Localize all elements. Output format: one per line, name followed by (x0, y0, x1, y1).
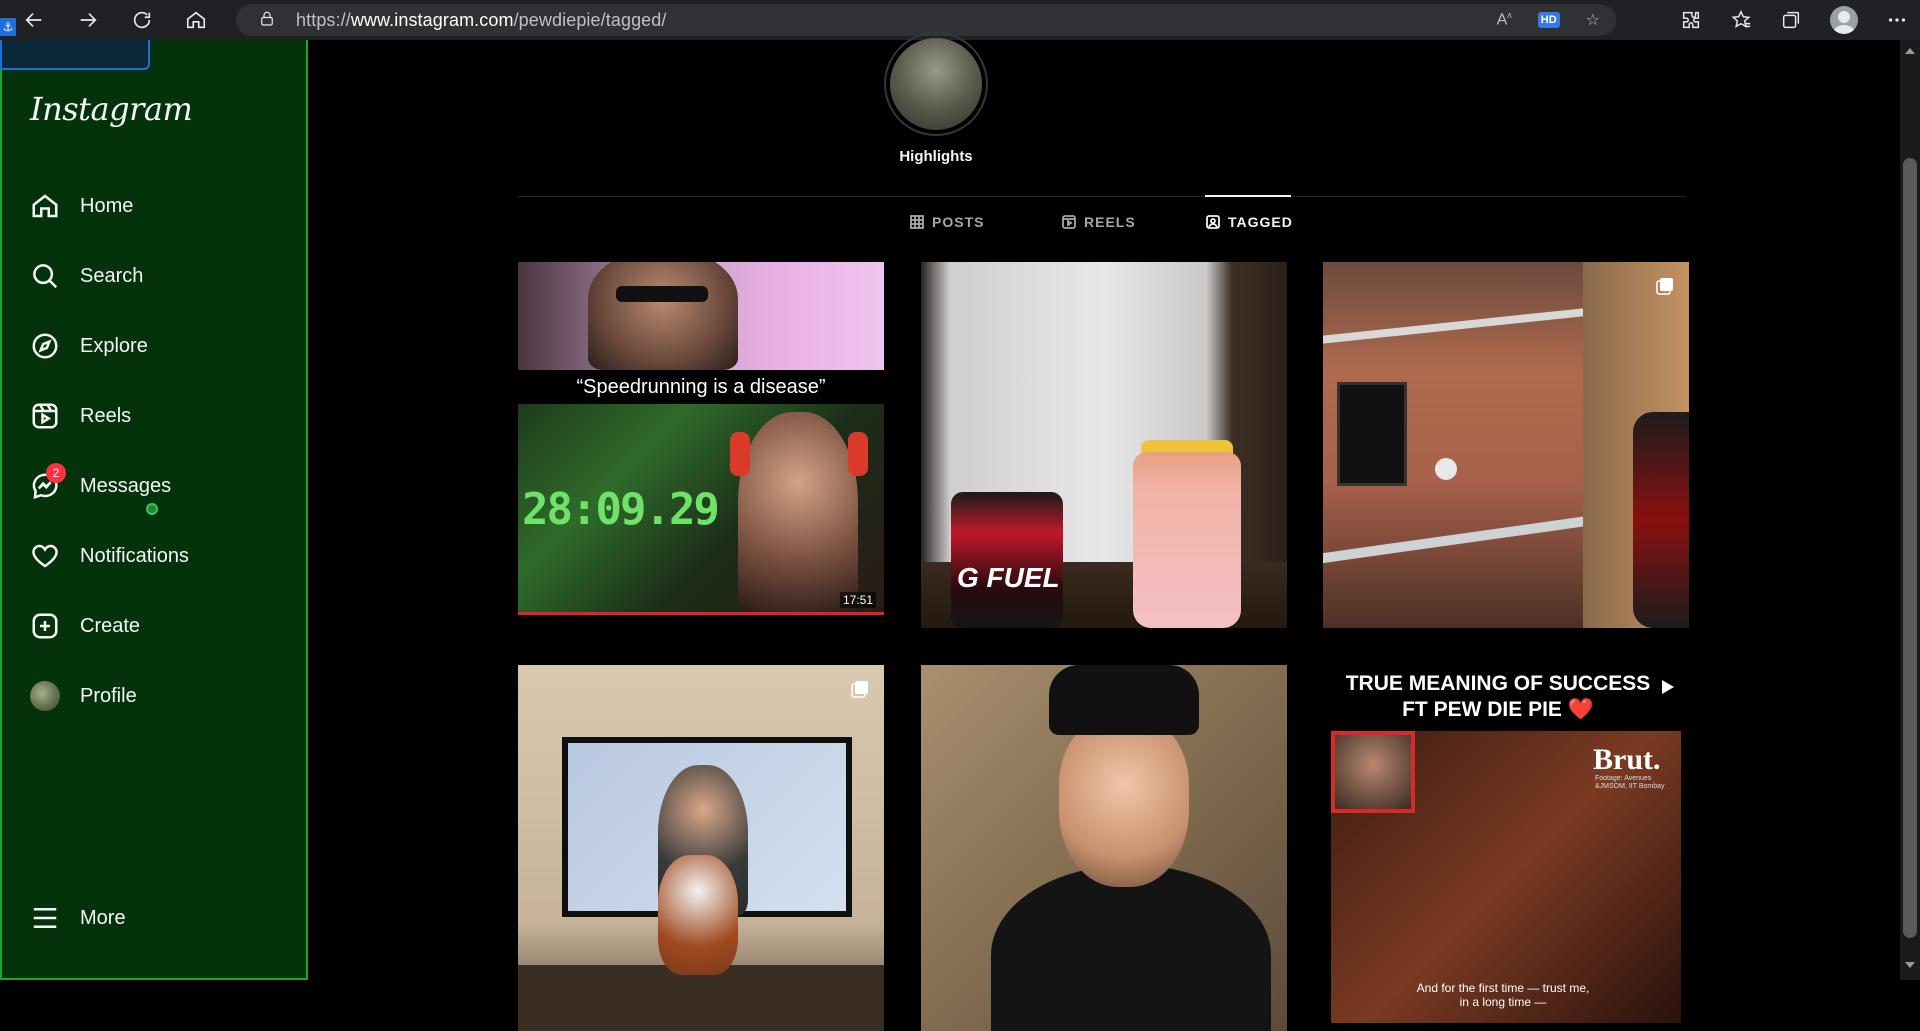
plus-square-icon (28, 609, 62, 643)
home-icon (28, 189, 62, 223)
reels-icon (28, 399, 62, 433)
active-tab-indicator (1205, 195, 1291, 197)
read-aloud-icon[interactable]: Aʌ (1497, 10, 1512, 29)
main-content: Highlights POSTS REELS TAGGED “Speedrunn… (310, 32, 1900, 1031)
video-subtitle: And for the first time — trust me, in a … (1416, 981, 1590, 1009)
reels-icon (1062, 215, 1076, 229)
focus-outline (0, 40, 150, 70)
lock-icon (258, 10, 278, 30)
post-thumbnail[interactable]: TRUE MEANING OF SUCCESS FT PEW DIE PIE ❤… (1323, 665, 1689, 1031)
post-thumbnail[interactable] (921, 665, 1287, 1031)
tab-tagged[interactable]: TAGGED (1206, 210, 1293, 234)
back-button[interactable] (16, 2, 52, 38)
brand-logo: Brut. (1593, 743, 1661, 776)
sidebar-item-label: Explore (80, 334, 148, 357)
browser-right-tools (1680, 0, 1908, 40)
messenger-icon: 2 (28, 463, 66, 503)
tab-label: POSTS (932, 214, 985, 230)
sidebar-item-label: Messages (80, 474, 172, 497)
scrollbar-thumb[interactable] (1903, 158, 1917, 938)
browser-home-icon (186, 11, 206, 29)
post-thumbnail[interactable]: “Speedrunning is a disease” 28:09.29 17:… (518, 262, 884, 628)
browser-profile-icon[interactable] (1830, 6, 1858, 34)
collections-icon[interactable] (1780, 9, 1802, 31)
highlight-avatar[interactable] (884, 32, 988, 136)
sidebar-item-more[interactable]: More (28, 898, 288, 938)
carousel-icon (850, 679, 870, 699)
grid-icon (910, 215, 924, 229)
cursor-indicator (146, 503, 158, 515)
reel-play-icon (1657, 677, 1677, 697)
tab-posts[interactable]: POSTS (910, 210, 984, 234)
sidebar-item-label: Profile (80, 684, 137, 707)
more-menu-icon[interactable] (1886, 9, 1908, 31)
address-bar-icons: Aʌ HD ☆ (1497, 4, 1600, 36)
profile-avatar (28, 679, 62, 713)
sidebar-item-label: Reels (80, 404, 132, 427)
add-favorite-icon[interactable]: ☆ (1586, 10, 1600, 30)
sidebar-item-messages[interactable]: 2 Messages (28, 463, 288, 506)
tag-icon (1206, 215, 1220, 229)
sidebar-item-label: Search (80, 264, 144, 287)
notification-badge: 2 (46, 463, 66, 483)
brand-credit: Footage: Avenues &JMSOM, IIT Bombay (1595, 775, 1665, 790)
sidebar-item-label: Notifications (80, 544, 189, 567)
sidebar-item-home[interactable]: Home (28, 186, 288, 226)
tab-label: TAGGED (1228, 214, 1293, 230)
compass-icon (28, 329, 62, 363)
sidebar-item-notifications[interactable]: Notifications (28, 536, 288, 576)
can-label: G FUEL (957, 562, 1060, 593)
tab-label: REELS (1084, 214, 1136, 230)
carousel-icon (1655, 276, 1675, 296)
address-bar[interactable]: https://www.instagram.com/pewdiepie/tagg… (236, 4, 1616, 36)
heart-icon (28, 539, 62, 573)
sidebar-item-label: Home (80, 194, 134, 217)
speedrun-timer: 28:09.29 (522, 484, 720, 535)
scroll-up-arrow-icon[interactable] (1905, 48, 1915, 54)
video-duration: 17:51 (839, 592, 876, 608)
extensions-icon[interactable] (1680, 9, 1702, 31)
anchor-icon[interactable]: ⚓ (0, 18, 16, 36)
tabs-divider (518, 196, 1686, 197)
sidebar-item-label: Create (80, 614, 141, 637)
refresh-button[interactable] (124, 2, 160, 38)
sidebar-item-create[interactable]: Create (28, 606, 288, 646)
sidebar-item-search[interactable]: Search (28, 256, 288, 296)
instagram-logo[interactable]: Instagram (30, 90, 193, 128)
forward-arrow-icon (80, 12, 97, 28)
favorites-icon[interactable] (1730, 9, 1752, 31)
hd-badge-icon[interactable]: HD (1537, 12, 1560, 28)
sidebar-item-reels[interactable]: Reels (28, 396, 288, 436)
browser-toolbar: https://www.instagram.com/pewdiepie/tagg… (0, 0, 1920, 40)
search-icon (28, 259, 62, 293)
reel-title: TRUE MEANING OF SUCCESS FT PEW DIE PIE ❤… (1345, 672, 1651, 721)
refresh-icon (133, 11, 151, 29)
post-thumbnail[interactable]: G FUEL (921, 262, 1287, 628)
shaker-bottle (1133, 452, 1241, 628)
highlight-label: Highlights (899, 148, 973, 165)
back-arrow-icon (25, 12, 42, 28)
sidebar-item-explore[interactable]: Explore (28, 326, 288, 366)
url-text[interactable]: https://www.instagram.com/pewdiepie/tagg… (296, 10, 667, 31)
scroll-down-arrow-icon[interactable] (1905, 962, 1915, 968)
video-progress-bar (518, 612, 884, 615)
post-thumbnail[interactable] (1323, 262, 1689, 628)
hamburger-menu-icon (28, 901, 62, 935)
sidebar-item-profile[interactable]: Profile (28, 676, 288, 716)
tab-reels[interactable]: REELS (1062, 210, 1136, 234)
gfuel-can (951, 492, 1063, 628)
post-thumbnail[interactable] (518, 665, 884, 1031)
forward-button[interactable] (70, 2, 106, 38)
post-caption: “Speedrunning is a disease” (518, 370, 884, 404)
sidebar-item-label: More (80, 906, 126, 929)
home-button[interactable] (178, 2, 214, 38)
